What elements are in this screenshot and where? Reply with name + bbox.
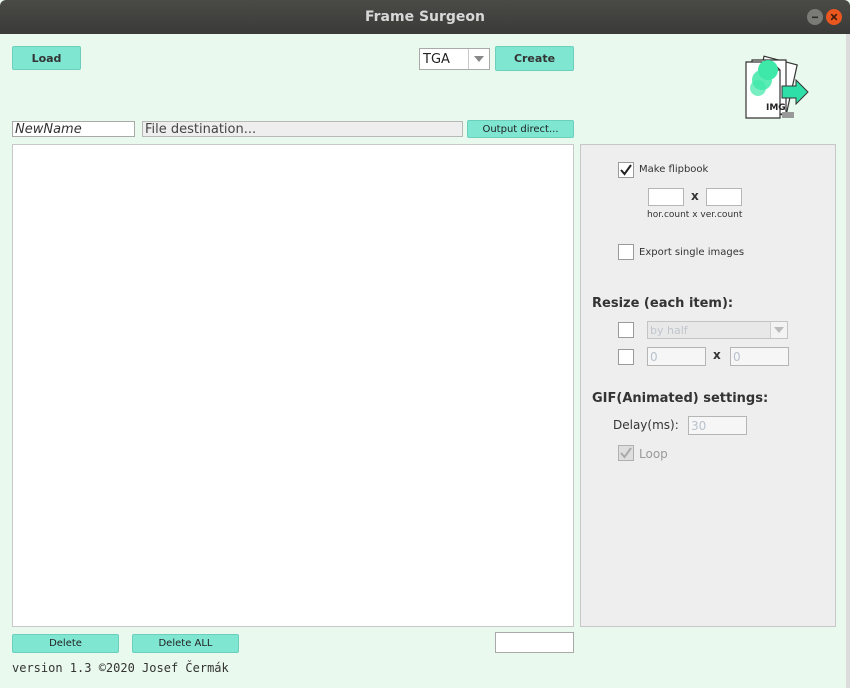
resize-mode-value: by half [650,324,688,337]
delete-button[interactable]: Delete [12,634,119,653]
export-single-label: Export single images [639,247,745,258]
delete-all-button[interactable]: Delete ALL [132,634,239,653]
hor-count-input[interactable] [648,188,684,206]
settings-panel: Make flipbook x hor.count x ver.count Ex… [580,144,836,627]
close-button[interactable] [826,9,842,25]
output-directory-button[interactable]: Output direct... [467,120,574,138]
loop-label: Loop [639,447,668,461]
close-icon [830,13,838,21]
chevron-down-icon [770,322,787,338]
loop-checkbox [618,445,634,461]
count-caption: hor.count x ver.count [647,210,743,220]
version-text: version 1.3 ©2020 Josef Čermák [12,661,229,675]
resize-heading: Resize (each item): [592,296,734,311]
check-icon [620,447,632,459]
resize-height-input: 0 [730,347,789,366]
delay-label: Delay(ms): [613,418,679,432]
format-select[interactable]: TGA [419,48,490,70]
destination-field: File destination... [142,121,463,137]
window-title: Frame Surgeon [364,9,486,25]
load-button[interactable]: Load [12,46,81,70]
app-logo-icon: IMG [742,52,812,122]
minimize-icon [812,16,818,19]
resize-x-separator: x [713,348,721,362]
delay-input: 30 [688,416,747,435]
make-flipbook-label: Make flipbook [639,164,709,175]
status-field [495,632,574,653]
file-list[interactable] [12,144,574,627]
make-flipbook-checkbox[interactable] [618,162,634,178]
gif-heading: GIF(Animated) settings: [592,391,769,406]
dropdown-arrow-icon[interactable] [468,49,489,69]
ver-count-input[interactable] [706,188,742,206]
window-right-edge [846,34,850,688]
main-content: Load TGA Create IMG NewName File destina… [0,34,850,688]
create-button[interactable]: Create [495,46,574,71]
logo-text: IMG [766,103,786,113]
resize-custom-checkbox[interactable] [618,349,634,365]
title-bar[interactable]: Frame Surgeon [0,0,850,34]
check-icon [620,164,632,176]
flipbook-x-separator: x [691,189,699,203]
export-single-checkbox[interactable] [618,244,634,260]
format-select-value: TGA [423,52,450,67]
resize-width-input: 0 [647,347,706,366]
minimize-button[interactable] [807,9,823,25]
resize-mode-checkbox[interactable] [618,322,634,338]
resize-mode-select: by half [647,321,788,339]
name-input[interactable]: NewName [12,121,135,137]
